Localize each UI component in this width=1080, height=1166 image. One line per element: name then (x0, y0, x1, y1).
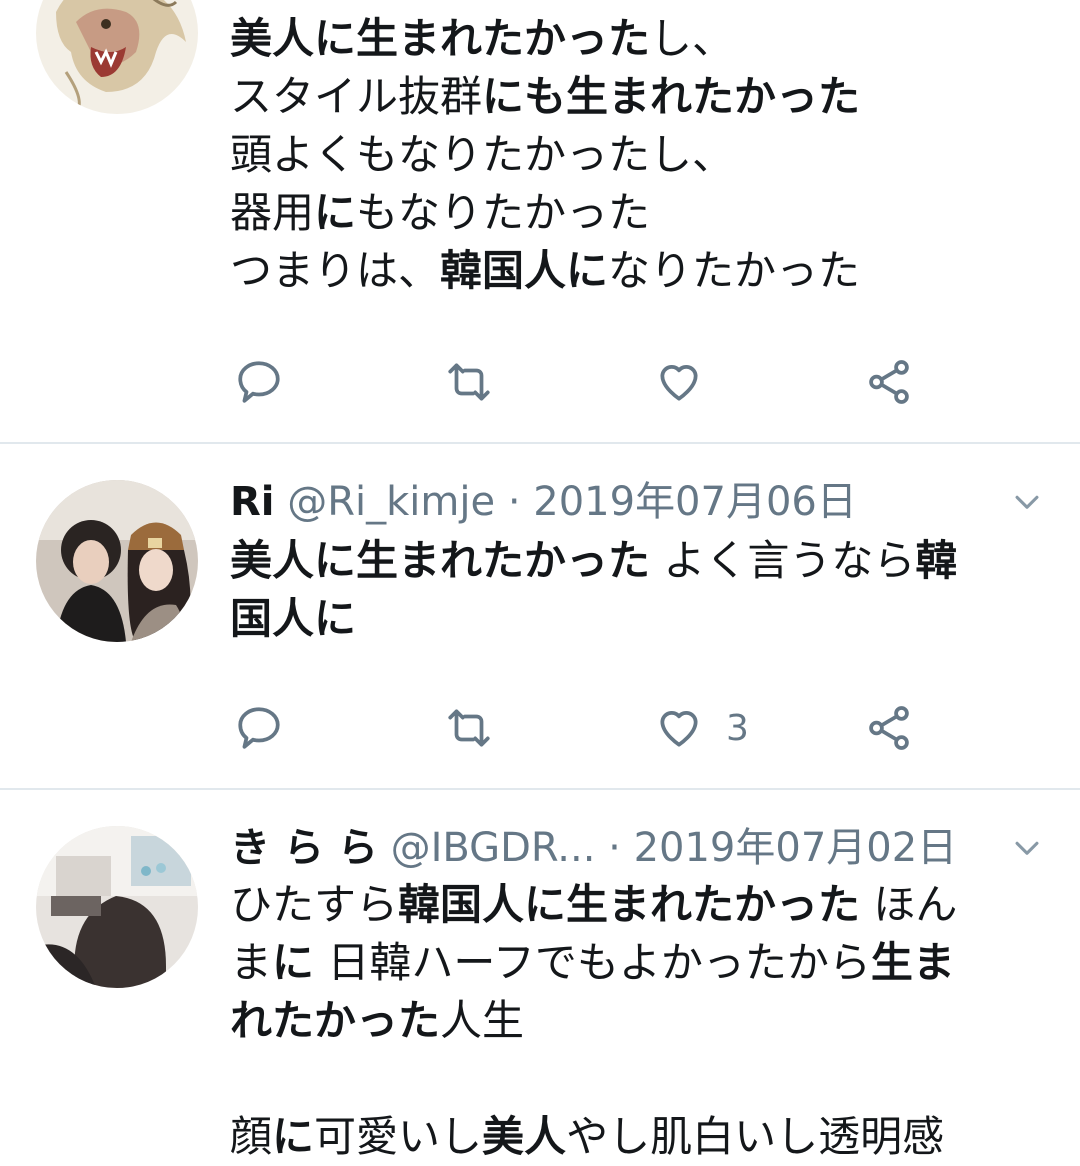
text-run: 器用 (230, 188, 315, 237)
like-button[interactable]: 3 (654, 698, 749, 758)
share-icon (869, 360, 909, 404)
chevron-down-icon[interactable] (1010, 832, 1044, 866)
retweet-icon (448, 709, 490, 747)
tweet-date[interactable]: 2019年07月02日 (634, 825, 958, 871)
highlighted-text: 美人 (482, 1112, 567, 1161)
tweet-text-line: スタイル抜群にも生まれたかった (230, 68, 1020, 126)
tweet-text: ひたすら韓国人に生まれたかった ほん まに 日韓ハーフでもよかったから生ま れたかっ… (230, 876, 1020, 1166)
heart-icon (660, 711, 698, 747)
tweet-text-line: 美人に生まれたかった よく言うなら韓 (230, 532, 1020, 590)
text-run: ほん (860, 880, 958, 929)
highlighted-text: 国人に (230, 594, 357, 643)
tweet-text: 美人に生まれたかったし、 スタイル抜群にも生まれたかった 頭よくもなりたかったし、器… (230, 10, 1020, 300)
avatar-tiger[interactable] (36, 0, 198, 114)
text-run: つまりは、 (230, 246, 441, 295)
retweet-button[interactable] (444, 352, 494, 412)
like-button[interactable] (654, 352, 704, 412)
tweet-text-line: れたかった人生 (230, 992, 1020, 1050)
text-run: よく言うなら (650, 536, 916, 585)
tweet-text-line (230, 1050, 1020, 1108)
tweet-header: Ri @Ri_kimje · 2019年07月06日 (230, 474, 1020, 530)
highlighted-text: に (272, 938, 315, 987)
retweet-icon (448, 363, 490, 401)
tweet-actions: 3 (230, 698, 950, 758)
user-handle[interactable]: @IBGDR... (391, 825, 596, 871)
share-button[interactable] (864, 352, 914, 412)
separator-dot: · (507, 479, 521, 525)
tweet-text-line: つまりは、韓国人になりたかった (230, 242, 1020, 300)
text-run: 顔 (230, 1112, 273, 1161)
tweet-text-line: 国人に (230, 590, 1020, 648)
retweet-button[interactable] (444, 698, 494, 758)
tweet-header: き ら ら @IBGDR... · 2019年07月02日 (230, 820, 1020, 876)
display-name[interactable]: き ら ら (230, 825, 378, 871)
highlighted-text: れたかった (230, 996, 441, 1045)
reply-button[interactable] (234, 698, 284, 758)
heart-icon (660, 365, 698, 401)
highlighted-text: 韓国人に (440, 246, 609, 295)
tweet-2[interactable]: Ri @Ri_kimje · 2019年07月06日 美人に生まれたかった よく… (0, 444, 1080, 788)
tweet-date[interactable]: 2019年07月06日 (533, 479, 857, 525)
highlighted-text: 韓国人に生まれたかった (398, 880, 861, 929)
tweet-text-line: 美人に生まれたかったし、 (230, 10, 1020, 68)
share-icon (869, 706, 909, 750)
avatar-kirara[interactable] (36, 826, 198, 988)
tweet-text-line: ひたすら韓国人に生まれたかった ほん (230, 876, 1020, 934)
tweet-text: 美人に生まれたかった よく言うなら韓 国人に (230, 532, 1020, 648)
text-run: 人生 (440, 996, 525, 1045)
chevron-down-icon[interactable] (1010, 486, 1044, 520)
highlighted-text: 美人に生まれたかった (230, 536, 651, 585)
highlighted-text: に (314, 188, 357, 237)
text-run: 日韓ハーフでもよかったから (314, 938, 871, 987)
highlighted-text: に (272, 1112, 315, 1161)
text-run: もなりたかった (356, 188, 651, 237)
tweet-text-line: 頭よくもなりたかったし、 (230, 126, 1020, 184)
tweet-actions (230, 352, 950, 412)
text-run: し、 (650, 14, 735, 63)
display-name[interactable]: Ri (230, 479, 275, 525)
text-run: 頭よくもなりたかったし、 (230, 130, 735, 179)
reply-icon (238, 361, 280, 403)
reply-button[interactable] (234, 352, 284, 412)
reply-icon (238, 707, 280, 749)
text-run: やし肌白いし透明感 (566, 1112, 945, 1161)
text-run: 可愛いし (314, 1112, 483, 1161)
user-handle[interactable]: @Ri_kimje (287, 479, 495, 525)
tweet-text-line: 器用にもなりたかった (230, 184, 1020, 242)
highlighted-text: 美人に生まれたかった (230, 14, 651, 63)
avatar-ri[interactable] (36, 480, 198, 642)
tweet-1[interactable]: 美人に生まれたかったし、 スタイル抜群にも生まれたかった 頭よくもなりたかったし、器… (0, 0, 1080, 442)
text-run: なりたかった (608, 246, 861, 295)
like-count: 3 (726, 707, 749, 749)
tweet-3[interactable]: き ら ら @IBGDR... · 2019年07月02日 ひたすら韓国人に生ま… (0, 790, 1080, 1161)
highlighted-text: 韓 (915, 536, 958, 585)
separator-dot: · (608, 825, 621, 871)
highlighted-text: にも生まれたかった (482, 72, 861, 121)
tweet-text-line: 顔に可愛いし美人やし肌白いし透明感 (230, 1108, 1020, 1166)
text-run: ひたすら (230, 880, 399, 929)
highlighted-text: 生ま (870, 938, 955, 987)
share-button[interactable] (864, 698, 914, 758)
tweet-text-line: まに 日韓ハーフでもよかったから生ま (230, 934, 1020, 992)
text-run: スタイル抜群 (230, 72, 483, 121)
text-run: ま (230, 938, 273, 987)
